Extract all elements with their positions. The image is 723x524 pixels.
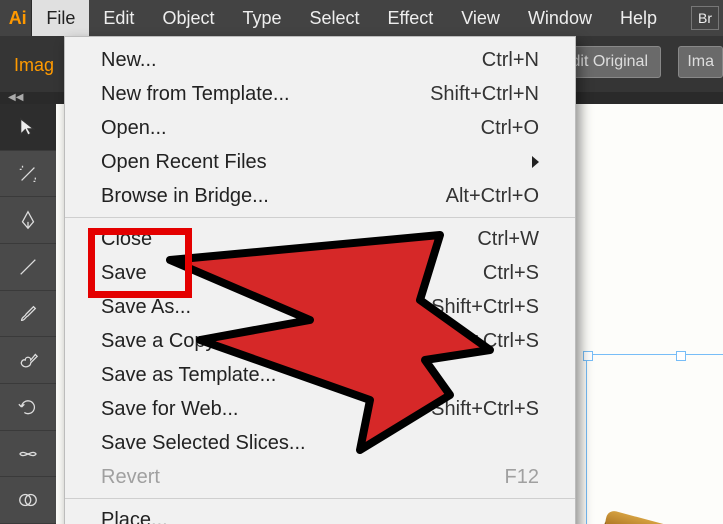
menu-browse-in-bridge[interactable]: Browse in Bridge... Alt+Ctrl+O bbox=[65, 179, 575, 213]
toolbox bbox=[0, 104, 56, 524]
menu-label: Place... bbox=[101, 509, 168, 524]
menu-label: New... bbox=[101, 49, 157, 72]
brush-icon bbox=[17, 303, 39, 325]
menu-shortcut: Alt+Shift+Ctrl+S bbox=[396, 398, 539, 421]
menu-label: Close bbox=[101, 228, 152, 251]
menu-shortcut: Ctrl+O bbox=[481, 117, 539, 140]
menu-shortcut: Alt+Ctrl+O bbox=[446, 185, 539, 208]
menu-separator bbox=[65, 498, 575, 499]
menu-label: Browse in Bridge... bbox=[101, 185, 269, 208]
chevron-right-icon bbox=[532, 156, 539, 168]
menu-effect[interactable]: Effect bbox=[374, 0, 448, 36]
menu-revert: Revert F12 bbox=[65, 460, 575, 494]
width-tool[interactable] bbox=[0, 431, 56, 478]
menu-object[interactable]: Object bbox=[148, 0, 228, 36]
shape-builder-icon bbox=[17, 489, 39, 511]
document-tab[interactable]: Imag bbox=[14, 53, 54, 76]
file-dropdown: New... Ctrl+N New from Template... Shift… bbox=[64, 36, 576, 524]
menu-shortcut: Ctrl+W bbox=[477, 228, 539, 251]
menu-help[interactable]: Help bbox=[606, 0, 671, 36]
menu-save-as-template[interactable]: Save as Template... bbox=[65, 358, 575, 392]
blob-icon bbox=[17, 349, 39, 371]
menu-window[interactable]: Window bbox=[514, 0, 606, 36]
menu-save-selected-slices[interactable]: Save Selected Slices... bbox=[65, 426, 575, 460]
menu-file[interactable]: File bbox=[32, 0, 89, 36]
menu-shortcut: Ctrl+S bbox=[483, 262, 539, 285]
rotate-icon bbox=[17, 396, 39, 418]
menu-type[interactable]: Type bbox=[228, 0, 295, 36]
menu-label: Open Recent Files bbox=[101, 151, 267, 174]
menu-select[interactable]: Select bbox=[296, 0, 374, 36]
menu-close[interactable]: Close Ctrl+W bbox=[65, 222, 575, 256]
selection-tool[interactable] bbox=[0, 104, 56, 151]
menu-open[interactable]: Open... Ctrl+O bbox=[65, 111, 575, 145]
line-icon bbox=[17, 256, 39, 278]
pen-icon bbox=[17, 209, 39, 231]
line-tool[interactable] bbox=[0, 244, 56, 291]
menu-shortcut: F12 bbox=[505, 466, 539, 489]
menu-label: Save Selected Slices... bbox=[101, 432, 306, 455]
selection-handle[interactable] bbox=[676, 351, 686, 361]
menu-label: Save as Template... bbox=[101, 364, 276, 387]
menu-label: Save bbox=[101, 262, 147, 285]
menu-new-from-template[interactable]: New from Template... Shift+Ctrl+N bbox=[65, 77, 575, 111]
rotate-tool[interactable] bbox=[0, 384, 56, 431]
menubar: Ai File Edit Object Type Select Effect V… bbox=[0, 0, 723, 36]
menu-label: Save a Copy... bbox=[101, 330, 231, 353]
width-icon bbox=[17, 443, 39, 465]
menu-shortcut: Shift+Ctrl+S bbox=[431, 296, 539, 319]
menu-open-recent[interactable]: Open Recent Files bbox=[65, 145, 575, 179]
app-icon: Ai bbox=[4, 0, 32, 36]
menu-save-for-web[interactable]: Save for Web... Alt+Shift+Ctrl+S bbox=[65, 392, 575, 426]
menu-shortcut: Ctrl+N bbox=[482, 49, 539, 72]
selection-handle[interactable] bbox=[583, 351, 593, 361]
menu-new[interactable]: New... Ctrl+N bbox=[65, 43, 575, 77]
wand-icon bbox=[17, 163, 39, 185]
menu-save-a-copy[interactable]: Save a Copy... Alt+Ctrl+S bbox=[65, 324, 575, 358]
bridge-button[interactable]: Br bbox=[691, 6, 719, 30]
pen-tool[interactable] bbox=[0, 197, 56, 244]
menu-shortcut: Alt+Ctrl+S bbox=[448, 330, 539, 353]
shape-builder-tool[interactable] bbox=[0, 477, 56, 524]
menu-label: Revert bbox=[101, 466, 160, 489]
blob-brush-tool[interactable] bbox=[0, 337, 56, 384]
magic-wand-tool[interactable] bbox=[0, 151, 56, 198]
cursor-icon bbox=[17, 116, 39, 138]
menu-save[interactable]: Save Ctrl+S bbox=[65, 256, 575, 290]
brush-tool[interactable] bbox=[0, 291, 56, 338]
menu-place[interactable]: Place... bbox=[65, 503, 575, 524]
ima-button[interactable]: Ima bbox=[678, 46, 723, 78]
menu-label: Save As... bbox=[101, 296, 191, 319]
menu-separator bbox=[65, 217, 575, 218]
menu-label: Open... bbox=[101, 117, 167, 140]
selection-box[interactable] bbox=[586, 354, 723, 524]
menu-label: New from Template... bbox=[101, 83, 290, 106]
menu-save-as[interactable]: Save As... Shift+Ctrl+S bbox=[65, 290, 575, 324]
menu-shortcut: Shift+Ctrl+N bbox=[430, 83, 539, 106]
menu-edit[interactable]: Edit bbox=[89, 0, 148, 36]
menu-label: Save for Web... bbox=[101, 398, 238, 421]
menu-view[interactable]: View bbox=[447, 0, 514, 36]
